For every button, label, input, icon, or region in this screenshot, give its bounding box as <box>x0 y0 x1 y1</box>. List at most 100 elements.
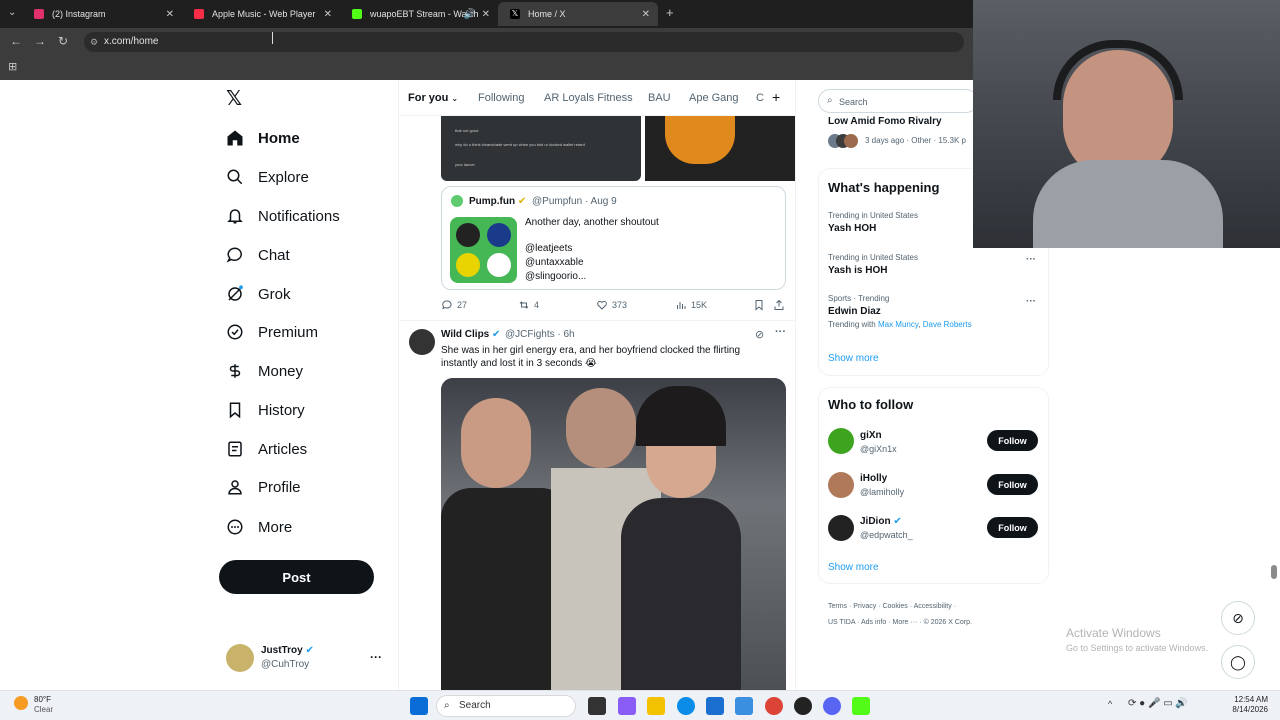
tab-ape-gang[interactable]: Ape Gang <box>689 92 739 104</box>
footer-link[interactable]: Privacy <box>853 603 876 610</box>
tab-kick-stream[interactable]: wuapoEBT Stream - Watch 🔊 ✕ <box>340 2 498 26</box>
post-video[interactable] <box>441 378 786 692</box>
avatar[interactable] <box>828 515 854 541</box>
task-view-icon[interactable] <box>588 697 606 715</box>
account-menu-icon[interactable]: ··· <box>370 650 382 664</box>
weather-icon[interactable] <box>14 696 28 710</box>
post-menu-icon[interactable]: ··· <box>775 326 786 338</box>
tab-home-x[interactable]: 𝕏 Home / X ✕ <box>498 2 658 26</box>
sidebar-item-premium[interactable]: Premium <box>226 318 318 346</box>
grok-icon[interactable]: ⊘ <box>1221 601 1255 635</box>
clock-date[interactable]: 8/14/2026 <box>1222 705 1268 714</box>
back-icon[interactable]: ← <box>10 34 22 48</box>
chat-screenshot-image[interactable]: that not good why do u think binanchade … <box>441 116 641 181</box>
suggested-user-name[interactable]: iHolly <box>860 473 887 484</box>
sidebar-item-articles[interactable]: Articles <box>226 435 307 463</box>
trend-item[interactable]: Trending in United States Yash is HOH <box>828 253 918 276</box>
taskbar-search[interactable]: ⌕ Search <box>436 695 576 717</box>
cartoon-image[interactable] <box>645 116 795 181</box>
account-name[interactable]: JustTroy ✔ <box>261 645 314 656</box>
footer-link[interactable]: Terms <box>828 603 847 610</box>
forward-icon[interactable]: → <box>34 34 46 48</box>
chrome-icon[interactable] <box>765 697 783 715</box>
follow-button[interactable]: Follow <box>987 474 1038 495</box>
sidebar-item-profile[interactable]: Profile <box>226 473 301 501</box>
tab-c[interactable]: C <box>756 92 764 104</box>
file-explorer-icon[interactable] <box>647 697 665 715</box>
copilot-icon[interactable] <box>618 697 636 715</box>
mention-link[interactable]: @untaxxable <box>525 257 584 268</box>
grok-icon[interactable]: ⊘ <box>755 328 764 341</box>
trend-menu-icon[interactable]: ··· <box>1026 254 1036 265</box>
x-logo-icon[interactable]: 𝕏 <box>226 89 246 109</box>
sidebar-item-more[interactable]: More <box>226 513 292 541</box>
post-button[interactable]: Post <box>219 560 374 594</box>
follow-button[interactable]: Follow <box>987 430 1038 451</box>
show-more-link[interactable]: Show more <box>828 353 879 364</box>
close-icon[interactable]: ✕ <box>482 9 490 20</box>
avatar[interactable] <box>828 472 854 498</box>
close-icon[interactable]: ✕ <box>642 9 650 20</box>
close-icon[interactable]: ✕ <box>324 9 332 20</box>
new-tab-icon[interactable]: + <box>666 5 674 20</box>
footer-link[interactable]: Ads info <box>861 619 886 626</box>
footer-link[interactable]: More ··· <box>892 619 917 626</box>
suggested-user-name[interactable]: giXn <box>860 430 882 441</box>
reload-icon[interactable]: ↻ <box>58 34 68 48</box>
tab-search-chevron-icon[interactable]: ⌄ <box>8 7 16 18</box>
store-icon[interactable] <box>706 697 724 715</box>
avatar[interactable] <box>226 644 254 672</box>
post-author[interactable]: Wild Clips ✔ <box>441 329 500 340</box>
tab-apple-music[interactable]: Apple Music - Web Player ✕ <box>182 2 340 26</box>
sidebar-item-home[interactable]: Home <box>226 124 300 152</box>
site-info-icon[interactable]: ⚙ <box>90 32 98 52</box>
speaker-icon[interactable]: 🔊 <box>464 9 476 20</box>
chat-icon[interactable]: ◯ <box>1221 645 1255 679</box>
reply-button[interactable]: 27 <box>441 299 467 311</box>
like-button[interactable]: 373 <box>596 299 627 311</box>
search-input[interactable]: ⌕ Search <box>818 89 978 113</box>
share-button[interactable] <box>773 299 789 311</box>
discord-icon[interactable] <box>823 697 841 715</box>
tab-following[interactable]: Following <box>478 92 524 104</box>
edge-icon[interactable] <box>677 697 695 715</box>
repost-button[interactable]: 4 <box>518 299 539 311</box>
tab-ar-loyals-fitness[interactable]: AR Loyals Fitness <box>544 92 633 104</box>
app-icon[interactable] <box>794 697 812 715</box>
tray-icons[interactable]: ⟳ ● 🎤 ▭ 🔊 <box>1128 698 1188 709</box>
mention-link[interactable]: @slingoorio... <box>525 271 586 282</box>
trend-link[interactable]: Dave Roberts <box>923 320 972 329</box>
sidebar-item-notifications[interactable]: Notifications <box>226 202 340 230</box>
avatar[interactable] <box>828 428 854 454</box>
bookmark-button[interactable] <box>753 299 769 311</box>
footer-link[interactable]: Accessibility <box>914 603 952 610</box>
show-more-link[interactable]: Show more <box>828 562 879 573</box>
follow-button[interactable]: Follow <box>987 517 1038 538</box>
trend-item[interactable]: Trending in United States Yash HOH <box>828 211 918 234</box>
avatar[interactable] <box>409 329 435 355</box>
clock-time[interactable]: 12:54 AM <box>1232 695 1268 704</box>
sidebar-item-money[interactable]: Money <box>226 357 303 385</box>
sidebar-item-history[interactable]: History <box>226 396 305 424</box>
mention-link[interactable]: @leatjeets <box>525 243 572 254</box>
url-field[interactable]: ⚙ x.com/home <box>84 32 964 52</box>
footer-link[interactable]: Cookies <box>882 603 907 610</box>
scrollbar-thumb[interactable] <box>1271 565 1277 579</box>
quote-card[interactable]: Pump.fun ✔ @Pumpfun · Aug 9 Another day,… <box>441 186 786 290</box>
kick-icon[interactable] <box>852 697 870 715</box>
views-button[interactable]: 15K <box>675 299 707 311</box>
sidebar-item-explore[interactable]: Explore <box>226 163 309 191</box>
add-tab-icon[interactable]: + <box>772 89 780 105</box>
news-title[interactable]: Low Amid Fomo Rivalry <box>828 116 942 127</box>
tray-chevron-icon[interactable]: ^ <box>1108 699 1112 709</box>
apps-grid-icon[interactable]: ⊞ <box>8 60 17 73</box>
windows-start-icon[interactable] <box>410 697 428 715</box>
trend-menu-icon[interactable]: ··· <box>1026 296 1036 307</box>
sidebar-item-grok[interactable]: Grok <box>226 280 291 308</box>
tab-bau[interactable]: BAU <box>648 92 671 104</box>
trend-link[interactable]: Max Muncy <box>878 320 918 329</box>
suggested-user-name[interactable]: JiDion ✔ <box>860 516 902 527</box>
sidebar-item-chat[interactable]: Chat <box>226 241 290 269</box>
footer-link[interactable]: US TIDA <box>828 619 855 626</box>
tab-for-you[interactable]: For you ⌄ <box>408 92 458 104</box>
